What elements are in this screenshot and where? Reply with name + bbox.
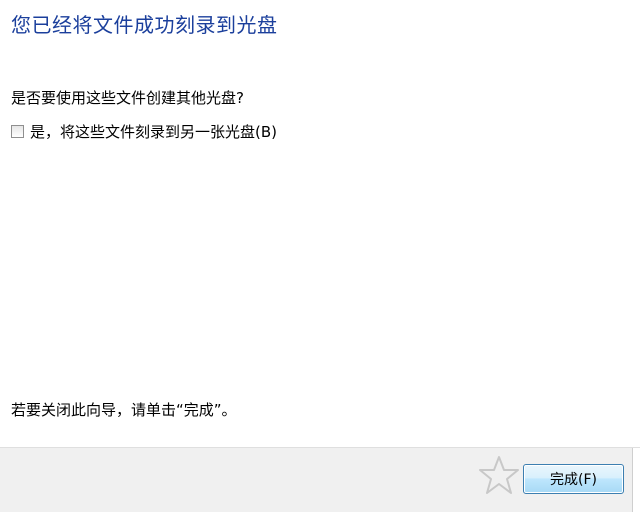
closing-hint-text: 若要关闭此向导，请单击“完成”。 (11, 401, 237, 419)
window-edge (632, 448, 640, 512)
burn-another-disc-checkbox[interactable] (11, 124, 24, 138)
wizard-footer: 完成(F) (0, 447, 640, 512)
burn-disc-wizard: 您已经将文件成功刻录到光盘 是否要使用这些文件创建其他光盘? 是，将这些文件刻录… (0, 0, 640, 512)
finish-button[interactable]: 完成(F) (523, 464, 624, 494)
page-title: 您已经将文件成功刻录到光盘 (11, 13, 278, 37)
star-icon (479, 456, 519, 494)
burn-another-disc-label[interactable]: 是，将这些文件刻录到另一张光盘(B) (30, 121, 277, 142)
burn-another-disc-option[interactable]: 是，将这些文件刻录到另一张光盘(B) (11, 120, 277, 142)
question-text: 是否要使用这些文件创建其他光盘? (11, 89, 244, 107)
